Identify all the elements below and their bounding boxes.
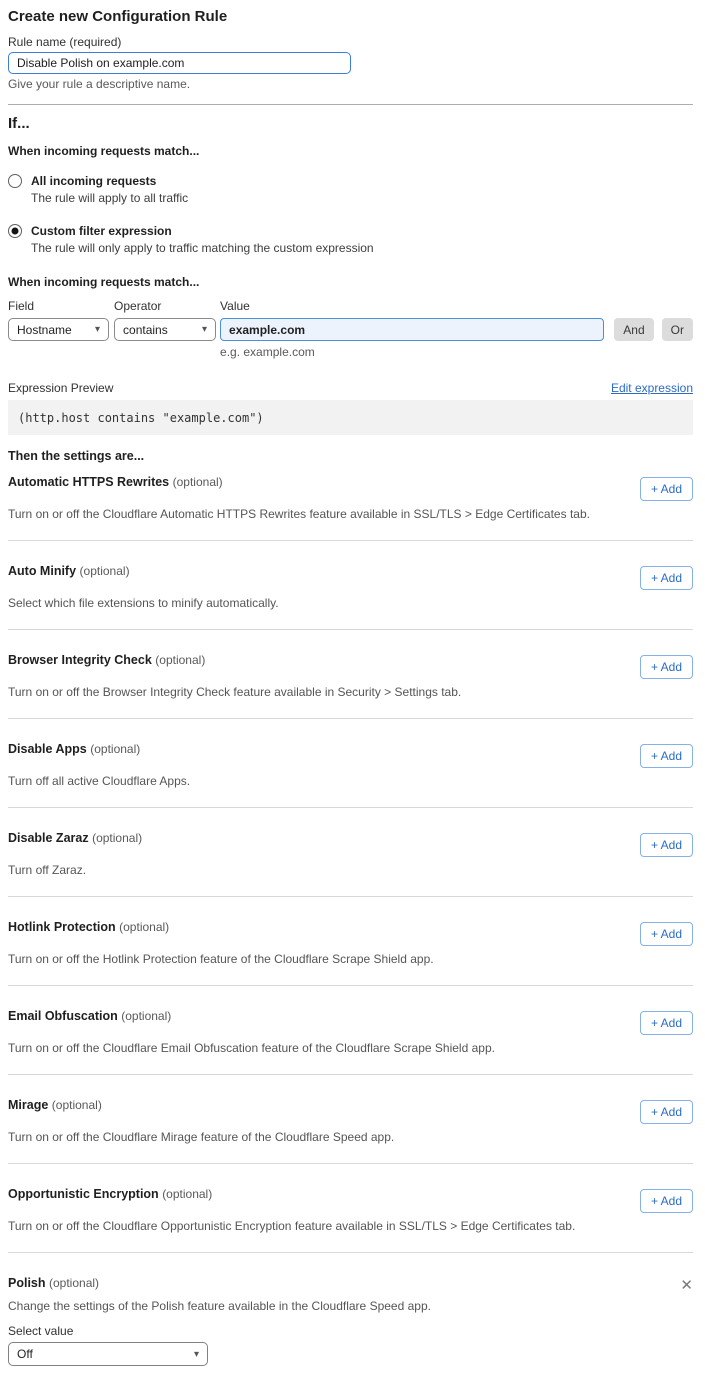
value-hint: e.g. example.com (220, 345, 604, 359)
expression-preview-header: Expression Preview Edit expression (8, 381, 693, 395)
setting-description: Turn on or off the Cloudflare Opportunis… (8, 1219, 693, 1233)
radio-description: The rule will apply to all traffic (31, 191, 188, 205)
if-heading: If... (8, 115, 693, 132)
setting-auto-minify: Auto Minify (optional) + Add Select whic… (8, 541, 693, 630)
expression-preview-label: Expression Preview (8, 381, 113, 395)
setting-description: Turn on or off the Cloudflare Mirage fea… (8, 1130, 693, 1144)
optional-tag: (optional) (162, 1187, 212, 1201)
setting-disable-zaraz: Disable Zaraz (optional) + Add Turn off … (8, 808, 693, 897)
select-value-label: Select value (8, 1324, 693, 1338)
radio-row-all-requests: All incoming requests The rule will appl… (8, 174, 693, 205)
setting-description: Turn on or off the Browser Integrity Che… (8, 685, 693, 699)
setting-email-obfuscation: Email Obfuscation (optional) + Add Turn … (8, 986, 693, 1075)
optional-tag: (optional) (80, 564, 130, 578)
optional-tag: (optional) (173, 475, 223, 489)
chevron-down-icon: ▾ (95, 325, 100, 335)
setting-browser-integrity-check: Browser Integrity Check (optional) + Add… (8, 630, 693, 719)
setting-description: Turn off Zaraz. (8, 863, 693, 877)
setting-title: Mirage (optional) (8, 1098, 102, 1112)
add-button[interactable]: + Add (640, 922, 693, 946)
radio-row-custom-filter: Custom filter expression The rule will o… (8, 224, 693, 255)
add-button[interactable]: + Add (640, 1189, 693, 1213)
add-button[interactable]: + Add (640, 744, 693, 768)
add-button[interactable]: + Add (640, 477, 693, 501)
setting-title: Hotlink Protection (optional) (8, 920, 169, 934)
add-button[interactable]: + Add (640, 1011, 693, 1035)
setting-title: Disable Zaraz (optional) (8, 831, 142, 845)
setting-opportunistic-encryption: Opportunistic Encryption (optional) + Ad… (8, 1164, 693, 1253)
optional-tag: (optional) (121, 1009, 171, 1023)
chevron-down-icon: ▾ (194, 1349, 199, 1360)
builder-heading: When incoming requests match... (8, 275, 693, 289)
setting-automatic-https-rewrites: Automatic HTTPS Rewrites (optional) + Ad… (8, 463, 693, 541)
edit-expression-link[interactable]: Edit expression (611, 381, 693, 395)
radio-label: All incoming requests (31, 174, 188, 188)
setting-description: Turn on or off the Cloudflare Email Obfu… (8, 1041, 693, 1055)
setting-description: Turn on or off the Cloudflare Automatic … (8, 507, 693, 521)
and-button[interactable]: And (614, 318, 653, 341)
radio-custom-filter-expression[interactable] (8, 224, 22, 238)
field-label: Field (8, 299, 109, 313)
setting-title: Polish (optional) (8, 1276, 99, 1290)
setting-title: Opportunistic Encryption (optional) (8, 1187, 212, 1201)
setting-description: Select which file extensions to minify a… (8, 596, 693, 610)
setting-title: Browser Integrity Check (optional) (8, 653, 205, 667)
polish-value-select[interactable]: Off ▾ (8, 1342, 208, 1366)
create-configuration-rule-form: Create new Configuration Rule Rule name … (0, 0, 705, 1377)
rule-name-label: Rule name (required) (8, 35, 693, 49)
radio-description: The rule will only apply to traffic matc… (31, 241, 374, 255)
optional-tag: (optional) (119, 920, 169, 934)
setting-title: Automatic HTTPS Rewrites (optional) (8, 475, 223, 489)
radio-label: Custom filter expression (31, 224, 374, 238)
add-button[interactable]: + Add (640, 1100, 693, 1124)
setting-mirage: Mirage (optional) + Add Turn on or off t… (8, 1075, 693, 1164)
field-select-value: Hostname (17, 323, 72, 337)
setting-description: Turn off all active Cloudflare Apps. (8, 774, 693, 788)
setting-description: Turn on or off the Hotlink Protection fe… (8, 952, 693, 966)
section-divider (8, 104, 693, 105)
optional-tag: (optional) (90, 742, 140, 756)
value-label: Value (220, 299, 604, 313)
page-title: Create new Configuration Rule (8, 8, 693, 25)
setting-polish: Polish (optional) ✕ Change the settings … (8, 1253, 693, 1366)
close-icon[interactable]: ✕ (680, 1278, 693, 1293)
rule-name-helper: Give your rule a descriptive name. (8, 77, 693, 91)
setting-title: Email Obfuscation (optional) (8, 1009, 171, 1023)
expression-builder-row: Field Hostname ▾ Operator contains ▾ Val… (8, 299, 693, 359)
polish-select-value: Off (17, 1347, 33, 1361)
rule-name-input[interactable] (8, 52, 351, 74)
value-input[interactable] (220, 318, 604, 341)
operator-select-value: contains (123, 323, 168, 337)
add-button[interactable]: + Add (640, 655, 693, 679)
add-button[interactable]: + Add (640, 833, 693, 857)
setting-hotlink-protection: Hotlink Protection (optional) + Add Turn… (8, 897, 693, 986)
setting-description: Change the settings of the Polish featur… (8, 1299, 693, 1313)
setting-title: Auto Minify (optional) (8, 564, 130, 578)
add-button[interactable]: + Add (640, 566, 693, 590)
match-heading: When incoming requests match... (8, 144, 693, 158)
expression-preview-code: (http.host contains "example.com") (8, 400, 693, 435)
setting-title: Disable Apps (optional) (8, 742, 140, 756)
field-select[interactable]: Hostname ▾ (8, 318, 109, 341)
optional-tag: (optional) (52, 1098, 102, 1112)
operator-label: Operator (114, 299, 216, 313)
setting-disable-apps: Disable Apps (optional) + Add Turn off a… (8, 719, 693, 808)
optional-tag: (optional) (155, 653, 205, 667)
optional-tag: (optional) (92, 831, 142, 845)
then-heading: Then the settings are... (8, 449, 693, 463)
or-button[interactable]: Or (662, 318, 693, 341)
chevron-down-icon: ▾ (202, 325, 207, 335)
operator-select[interactable]: contains ▾ (114, 318, 216, 341)
radio-all-incoming-requests[interactable] (8, 174, 22, 188)
optional-tag: (optional) (49, 1276, 99, 1290)
